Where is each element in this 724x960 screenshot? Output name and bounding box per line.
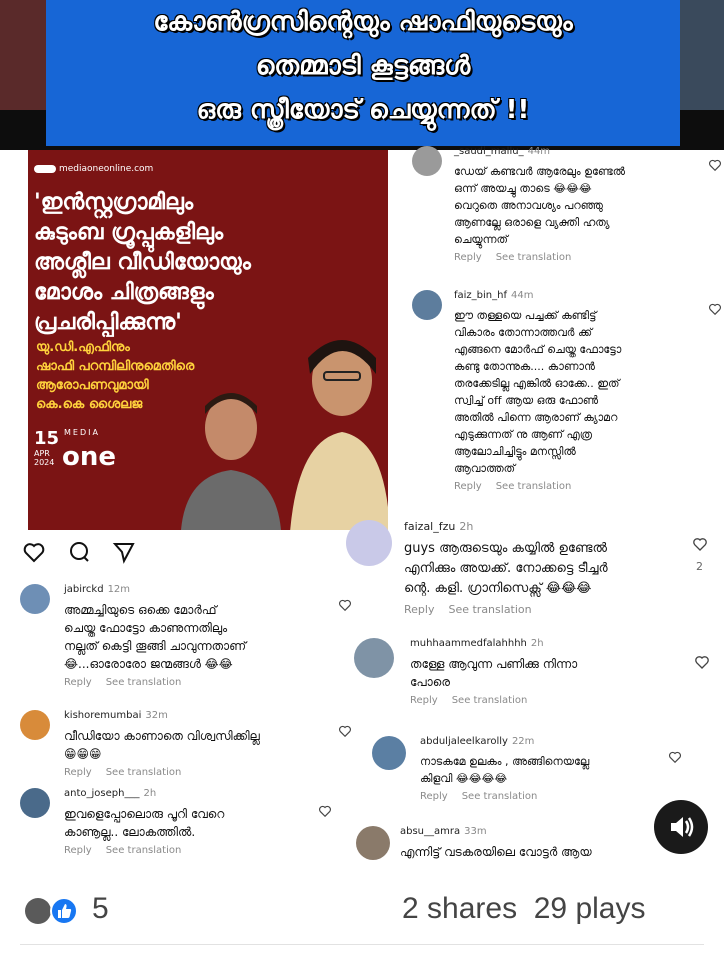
reply-link[interactable]: Reply — [410, 695, 438, 706]
woman-photo — [290, 322, 388, 530]
avatar[interactable] — [346, 520, 392, 566]
comment-text: ഡേയ് കണ്ടവർ ആരേലും ഉണ്ടേൽ ഒന്ന് അയച്ചു ത… — [454, 165, 626, 246]
reply-link[interactable]: Reply — [64, 767, 92, 778]
news-headline: 'ഇൻസ്റ്റഗ്രാമിലും കുടുംബ ഗ്രൂപ്പുകളിലും … — [34, 190, 251, 335]
reply-link[interactable]: Reply — [454, 481, 482, 492]
see-translation-link[interactable]: See translation — [496, 252, 572, 263]
like-count: 2 — [696, 560, 703, 573]
left-edge-image — [0, 0, 46, 110]
heart-icon[interactable] — [708, 302, 722, 316]
reply-link[interactable]: Reply — [454, 252, 482, 263]
see-translation-link[interactable]: See translation — [462, 791, 538, 802]
title-banner: കോൺഗ്രസിന്റെയും ഷാഫിയുടെയും തെമ്മാടി കൂട… — [46, 0, 680, 146]
one-label: one — [62, 442, 117, 472]
banner-line-2: തെമ്മാടി കൂട്ടങ്ങൾ — [255, 51, 471, 81]
news-date-month: APR — [34, 449, 50, 458]
comment-text: ഇവളെപ്പോലൊരു പൂറി വേറെ കാണൂല്ല.. ലോകത്തി… — [64, 807, 225, 839]
right-edge-image — [680, 0, 724, 110]
avatar-reaction-icon — [25, 898, 51, 924]
comment-user[interactable]: jabirckd 12m — [64, 584, 344, 595]
plays-count: 29 plays — [533, 892, 646, 925]
comment-user[interactable]: kishoremumbai 32m — [64, 710, 344, 721]
heart-icon[interactable] — [708, 158, 722, 172]
comment-meta: Reply See translation — [64, 845, 344, 856]
avatar[interactable] — [354, 638, 394, 678]
comment-meta: Reply See translation — [410, 695, 690, 706]
avatar[interactable] — [20, 788, 50, 818]
banner-line-1: കോൺഗ്രസിന്റെയും ഷാഫിയുടെയും — [153, 7, 573, 37]
comment-meta: Reply See translation — [454, 252, 714, 263]
comment-user[interactable]: absu__amra 33m — [400, 826, 660, 837]
avatar[interactable] — [20, 584, 50, 614]
avatar[interactable] — [372, 736, 406, 770]
see-translation-link[interactable]: See translation — [106, 767, 182, 778]
heart-icon[interactable] — [338, 598, 352, 612]
see-translation-link[interactable]: See translation — [106, 677, 182, 688]
comment-user[interactable]: anto_joseph___ 2h — [64, 788, 344, 799]
comment-text: തള്ളേ ആവുന്ന പണിക്കു നിന്നാ പോരെ — [410, 657, 578, 689]
reply-link[interactable]: Reply — [64, 845, 92, 856]
news-brand: mediaoneonline.com — [34, 164, 153, 174]
comment-text: വീഡിയോ കാണാതെ വിശ്വസിക്കില്ല 😁😁😁 — [64, 729, 260, 761]
volume-button[interactable] — [654, 800, 708, 854]
reply-link[interactable]: Reply — [420, 791, 448, 802]
comment-icon[interactable] — [67, 540, 91, 564]
news-brand-text: mediaoneonline.com — [59, 164, 154, 174]
comment-meta: Reply See translation — [420, 791, 670, 802]
heart-icon[interactable] — [692, 536, 708, 552]
comment-text: ഈ തള്ളയെ പച്ചക്ക് കണ്ടിട്ട് വികാരം തോന്ന… — [454, 309, 622, 475]
comment-meta: Reply See translation — [64, 677, 344, 688]
comment-text: നാടകമേ ഉലകം , അങ്ങിനെയല്ലേ കിളവി 😂😂😂😂 — [420, 755, 590, 785]
reactions[interactable] — [24, 896, 84, 930]
news-card: mediaoneonline.com 'ഇൻസ്റ്റഗ്രാമിലും കുട… — [28, 150, 388, 530]
man-photo — [176, 384, 286, 530]
comment-meta: Reply See translation — [404, 603, 694, 616]
mediaone-logo-icon — [34, 164, 56, 173]
comment-user[interactable]: _saudi_mallu_ 44m — [454, 146, 714, 157]
comment-text: അമ്മച്ചിയുടെ ഒക്കെ മോർഫ് ചെയ്ത ഫോട്ടോ കാ… — [64, 603, 247, 671]
news-date-day: 15 — [34, 428, 60, 449]
send-icon[interactable] — [112, 540, 136, 564]
see-translation-link[interactable]: See translation — [106, 845, 182, 856]
avatar[interactable] — [412, 146, 442, 176]
volume-icon — [671, 817, 694, 837]
comment-user[interactable]: abduljaleelkarolly 22m — [420, 736, 670, 747]
media-label: MEDIA — [64, 428, 100, 437]
heart-icon[interactable] — [318, 804, 332, 818]
comment-text: എന്നിട്ട് വടകരയിലെ വോട്ടർ ആയ — [400, 845, 592, 859]
see-translation-link[interactable]: See translation — [496, 481, 572, 492]
avatar[interactable] — [20, 710, 50, 740]
right-comment-panel: _saudi_mallu_ 44m ഡേയ് കണ്ടവർ ആരേലും ഉണ്ട… — [346, 146, 724, 860]
comment-meta: Reply See translation — [64, 767, 344, 778]
shares-count[interactable]: 2 shares — [402, 892, 517, 925]
heart-icon[interactable] — [694, 654, 710, 670]
avatar[interactable] — [356, 826, 390, 860]
heart-icon[interactable] — [338, 724, 352, 738]
reply-link[interactable]: Reply — [64, 677, 92, 688]
heart-icon[interactable] — [668, 750, 682, 764]
banner-line-3: ഒരു സ്ത്രീയോട് ചെയ്യുന്നത് !! — [196, 95, 530, 125]
shares-and-plays: 2 shares 29 plays — [402, 892, 646, 926]
see-translation-link[interactable]: See translation — [452, 695, 528, 706]
comment-meta: Reply See translation — [454, 481, 714, 492]
heart-icon[interactable] — [22, 540, 46, 564]
reaction-count[interactable]: 5 — [92, 892, 109, 926]
reply-link[interactable]: Reply — [404, 603, 434, 616]
comment-user[interactable]: muhhaammedfalahhhh 2h — [410, 638, 690, 649]
see-translation-link[interactable]: See translation — [448, 603, 531, 616]
post-actions — [22, 540, 152, 568]
avatar[interactable] — [412, 290, 442, 320]
news-date: 15 APR 2024 — [34, 428, 59, 467]
comment-text: guys ആരുടെയും കയ്യിൽ ഉണ്ടേൽ എനിക്കും അയക… — [404, 541, 608, 596]
divider — [20, 944, 704, 945]
comment-user[interactable]: faizal_fzu 2h — [404, 520, 694, 533]
comment-user[interactable]: faiz_bin_hf 44m — [454, 290, 714, 301]
reaction-icons — [25, 897, 78, 925]
news-date-year: 2024 — [34, 458, 55, 467]
